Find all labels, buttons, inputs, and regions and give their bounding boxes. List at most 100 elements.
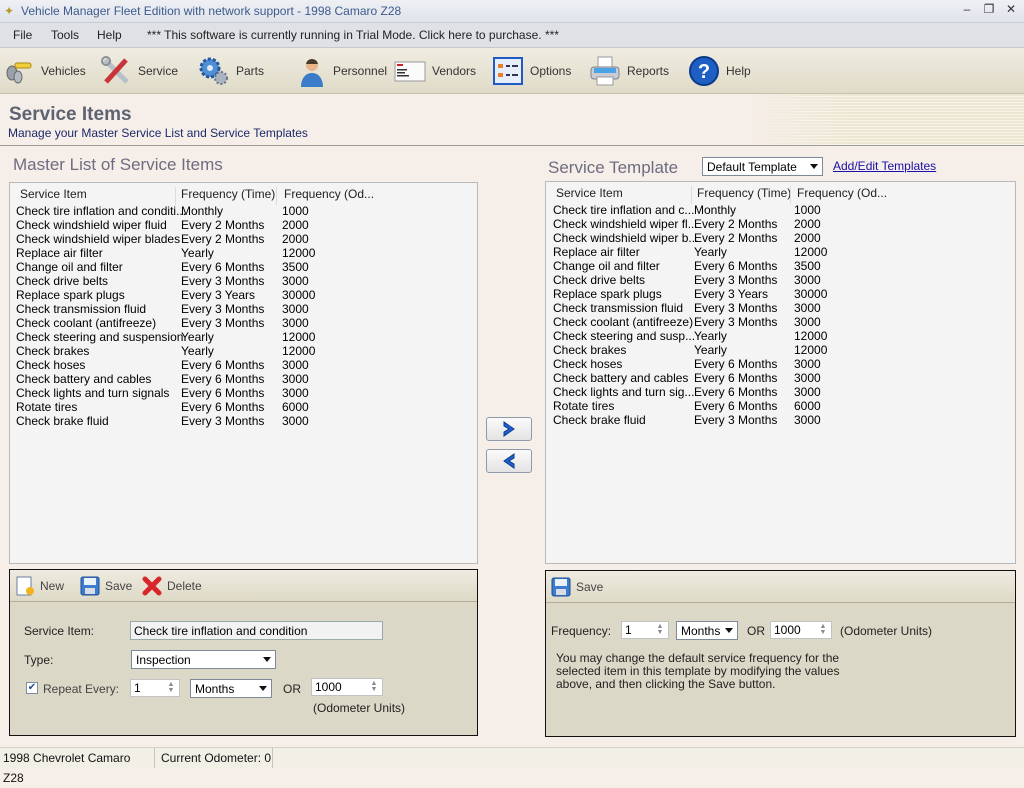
table-row[interactable]: Check brakes Yearly 12000 bbox=[546, 343, 1015, 357]
master-list-title: Master List of Service Items bbox=[13, 155, 223, 174]
toolbar-options[interactable]: Options bbox=[492, 52, 571, 90]
column-header-service-item[interactable]: Service Item bbox=[20, 187, 87, 201]
table-row[interactable]: Check windshield wiper fluid Every 2 Mont… bbox=[10, 218, 477, 232]
new-button[interactable]: New bbox=[15, 575, 64, 597]
table-row[interactable]: Check steering and susp... Yearly 12000 bbox=[546, 329, 1015, 343]
cell-service-item: Check brakes bbox=[16, 344, 90, 358]
column-header-frequency-time[interactable]: Frequency (Time) bbox=[697, 186, 791, 200]
menu-tools[interactable]: Tools bbox=[51, 28, 79, 42]
template-save-button[interactable]: Save bbox=[551, 576, 603, 598]
cell-frequency-time: Yearly bbox=[181, 330, 214, 344]
spinner-arrows-icon[interactable]: ▲ ▼ bbox=[817, 623, 829, 636]
minimize-button[interactable]: – bbox=[958, 2, 976, 16]
delete-button[interactable]: Delete bbox=[142, 575, 202, 597]
toolbar-personnel[interactable]: Personnel bbox=[295, 52, 387, 90]
remove-from-template-button[interactable] bbox=[486, 449, 532, 473]
service-item-input[interactable]: Check tire inflation and condition bbox=[130, 621, 383, 640]
table-row[interactable]: Replace spark plugs Every 3 Years 30000 bbox=[10, 288, 477, 302]
table-row[interactable]: Rotate tires Every 6 Months 6000 bbox=[10, 400, 477, 414]
master-list-header: Service Item Frequency (Time) Frequency … bbox=[10, 183, 477, 205]
type-select[interactable]: Inspection bbox=[131, 650, 276, 669]
table-row[interactable]: Check windshield wiper b... Every 2 Month… bbox=[546, 231, 1015, 245]
template-odometer-stepper[interactable]: 1000 ▲ ▼ bbox=[770, 621, 832, 639]
printer-icon bbox=[589, 55, 621, 87]
menu-help[interactable]: Help bbox=[97, 28, 122, 42]
or-label: OR bbox=[747, 624, 765, 638]
cell-frequency-time: Yearly bbox=[694, 245, 727, 259]
save-button[interactable]: Save bbox=[80, 575, 132, 597]
table-row[interactable]: Check transmission fluid Every 3 Months 30… bbox=[10, 302, 477, 316]
table-row[interactable]: Check hoses Every 6 Months 3000 bbox=[546, 357, 1015, 371]
toolbar-service[interactable]: Service bbox=[100, 52, 178, 90]
table-row[interactable]: Check brake fluid Every 3 Months 3000 bbox=[546, 413, 1015, 427]
repeat-count-stepper[interactable]: 1 ▲ ▼ bbox=[130, 679, 180, 697]
chevron-down-icon bbox=[725, 628, 733, 633]
table-row[interactable]: Check drive belts Every 3 Months 3000 bbox=[10, 274, 477, 288]
table-row[interactable]: Check steering and suspension Yearly 12000 bbox=[10, 330, 477, 344]
table-row[interactable]: Check windshield wiper blades Every 2 Mon… bbox=[10, 232, 477, 246]
toolbar-label: Reports bbox=[627, 64, 670, 78]
cell-service-item: Check windshield wiper blades bbox=[16, 232, 181, 246]
repeat-unit-select[interactable]: Months bbox=[190, 679, 272, 698]
table-row[interactable]: Replace spark plugs Every 3 Years 30000 bbox=[546, 287, 1015, 301]
table-row[interactable]: Check battery and cables Every 6 Months 30… bbox=[546, 371, 1015, 385]
table-row[interactable]: Check hoses Every 6 Months 3000 bbox=[10, 358, 477, 372]
cell-service-item: Check steering and susp... bbox=[553, 329, 696, 343]
cell-frequency-time: Every 6 Months bbox=[181, 400, 265, 414]
frequency-unit-select[interactable]: Months bbox=[676, 621, 738, 640]
cell-service-item: Check drive belts bbox=[16, 274, 109, 288]
table-row[interactable]: Check battery and cables Every 6 Months 30… bbox=[10, 372, 477, 386]
arrow-left-icon bbox=[503, 453, 515, 469]
table-row[interactable]: Check brake fluid Every 3 Months 3000 bbox=[10, 414, 477, 428]
template-list[interactable]: Service Item Frequency (Time) Frequency … bbox=[545, 181, 1016, 564]
column-header-frequency-odometer[interactable]: Frequency (Od... bbox=[797, 186, 887, 200]
wrench-screwdriver-icon bbox=[100, 55, 132, 87]
table-row[interactable]: Check tire inflation and conditi... Month… bbox=[10, 204, 477, 218]
table-row[interactable]: Replace air filter Yearly 12000 bbox=[10, 246, 477, 260]
master-list[interactable]: Service Item Frequency (Time) Frequency … bbox=[9, 182, 478, 564]
table-row[interactable]: Change oil and filter Every 6 Months 3500 bbox=[10, 260, 477, 274]
add-to-template-button[interactable] bbox=[486, 417, 532, 441]
odometer-stepper[interactable]: 1000 ▲ ▼ bbox=[311, 678, 383, 696]
spinner-arrows-icon[interactable]: ▲ ▼ bbox=[165, 681, 177, 694]
table-row[interactable]: Check lights and turn sig... Every 6 Mont… bbox=[546, 385, 1015, 399]
toolbar-help[interactable]: ? Help bbox=[688, 52, 751, 90]
cell-service-item: Check drive belts bbox=[553, 273, 646, 287]
table-row[interactable]: Rotate tires Every 6 Months 6000 bbox=[546, 399, 1015, 413]
frequency-count-stepper[interactable]: 1 ▲ ▼ bbox=[621, 621, 669, 639]
chevron-down-icon bbox=[810, 164, 818, 169]
toolbar-vendors[interactable]: Vendors bbox=[394, 52, 476, 90]
trial-purchase-link[interactable]: *** This software is currently running i… bbox=[147, 28, 559, 42]
table-row[interactable]: Replace air filter Yearly 12000 bbox=[546, 245, 1015, 259]
table-row[interactable]: Check windshield wiper fl... Every 2 Mont… bbox=[546, 217, 1015, 231]
table-row[interactable]: Check transmission fluid Every 3 Months 30… bbox=[546, 301, 1015, 315]
table-row[interactable]: Check tire inflation and c... Monthly 1000 bbox=[546, 203, 1015, 217]
column-header-frequency-time[interactable]: Frequency (Time) bbox=[181, 187, 275, 201]
toolbar-parts[interactable]: Parts bbox=[198, 52, 264, 90]
table-row[interactable]: Change oil and filter Every 6 Months 3500 bbox=[546, 259, 1015, 273]
cell-frequency-odometer: 3000 bbox=[794, 315, 821, 329]
toolbar-reports[interactable]: Reports bbox=[589, 52, 669, 90]
table-row[interactable]: Check lights and turn signals Every 6 Mon… bbox=[10, 386, 477, 400]
table-row[interactable]: Check coolant (antifreeze) Every 3 Months… bbox=[546, 315, 1015, 329]
repeat-checkbox[interactable]: ✔ bbox=[26, 682, 38, 694]
cell-service-item: Check transmission fluid bbox=[553, 301, 684, 315]
add-edit-templates-link[interactable]: Add/Edit Templates bbox=[833, 159, 936, 173]
table-row[interactable]: Check coolant (antifreeze) Every 3 Months… bbox=[10, 316, 477, 330]
spinner-arrows-icon[interactable]: ▲ ▼ bbox=[654, 623, 666, 636]
type-label: Type: bbox=[24, 653, 54, 667]
close-button[interactable]: ✕ bbox=[1002, 2, 1020, 16]
menu-file[interactable]: File bbox=[13, 28, 32, 42]
toolbar-vehicles[interactable]: Vehicles bbox=[3, 52, 86, 90]
cell-service-item: Check lights and turn signals bbox=[16, 386, 170, 400]
column-header-service-item[interactable]: Service Item bbox=[556, 186, 623, 200]
table-row[interactable]: Check brakes Yearly 12000 bbox=[10, 344, 477, 358]
cell-frequency-time: Every 2 Months bbox=[694, 217, 778, 231]
template-select[interactable]: Default Template bbox=[702, 157, 823, 176]
maximize-button[interactable]: ❐ bbox=[980, 2, 998, 16]
column-header-frequency-odometer[interactable]: Frequency (Od... bbox=[284, 187, 374, 201]
cell-frequency-time: Yearly bbox=[181, 246, 214, 260]
table-row[interactable]: Check drive belts Every 3 Months 3000 bbox=[546, 273, 1015, 287]
spinner-arrows-icon[interactable]: ▲ ▼ bbox=[368, 680, 380, 693]
cell-frequency-odometer: 3500 bbox=[282, 260, 309, 274]
